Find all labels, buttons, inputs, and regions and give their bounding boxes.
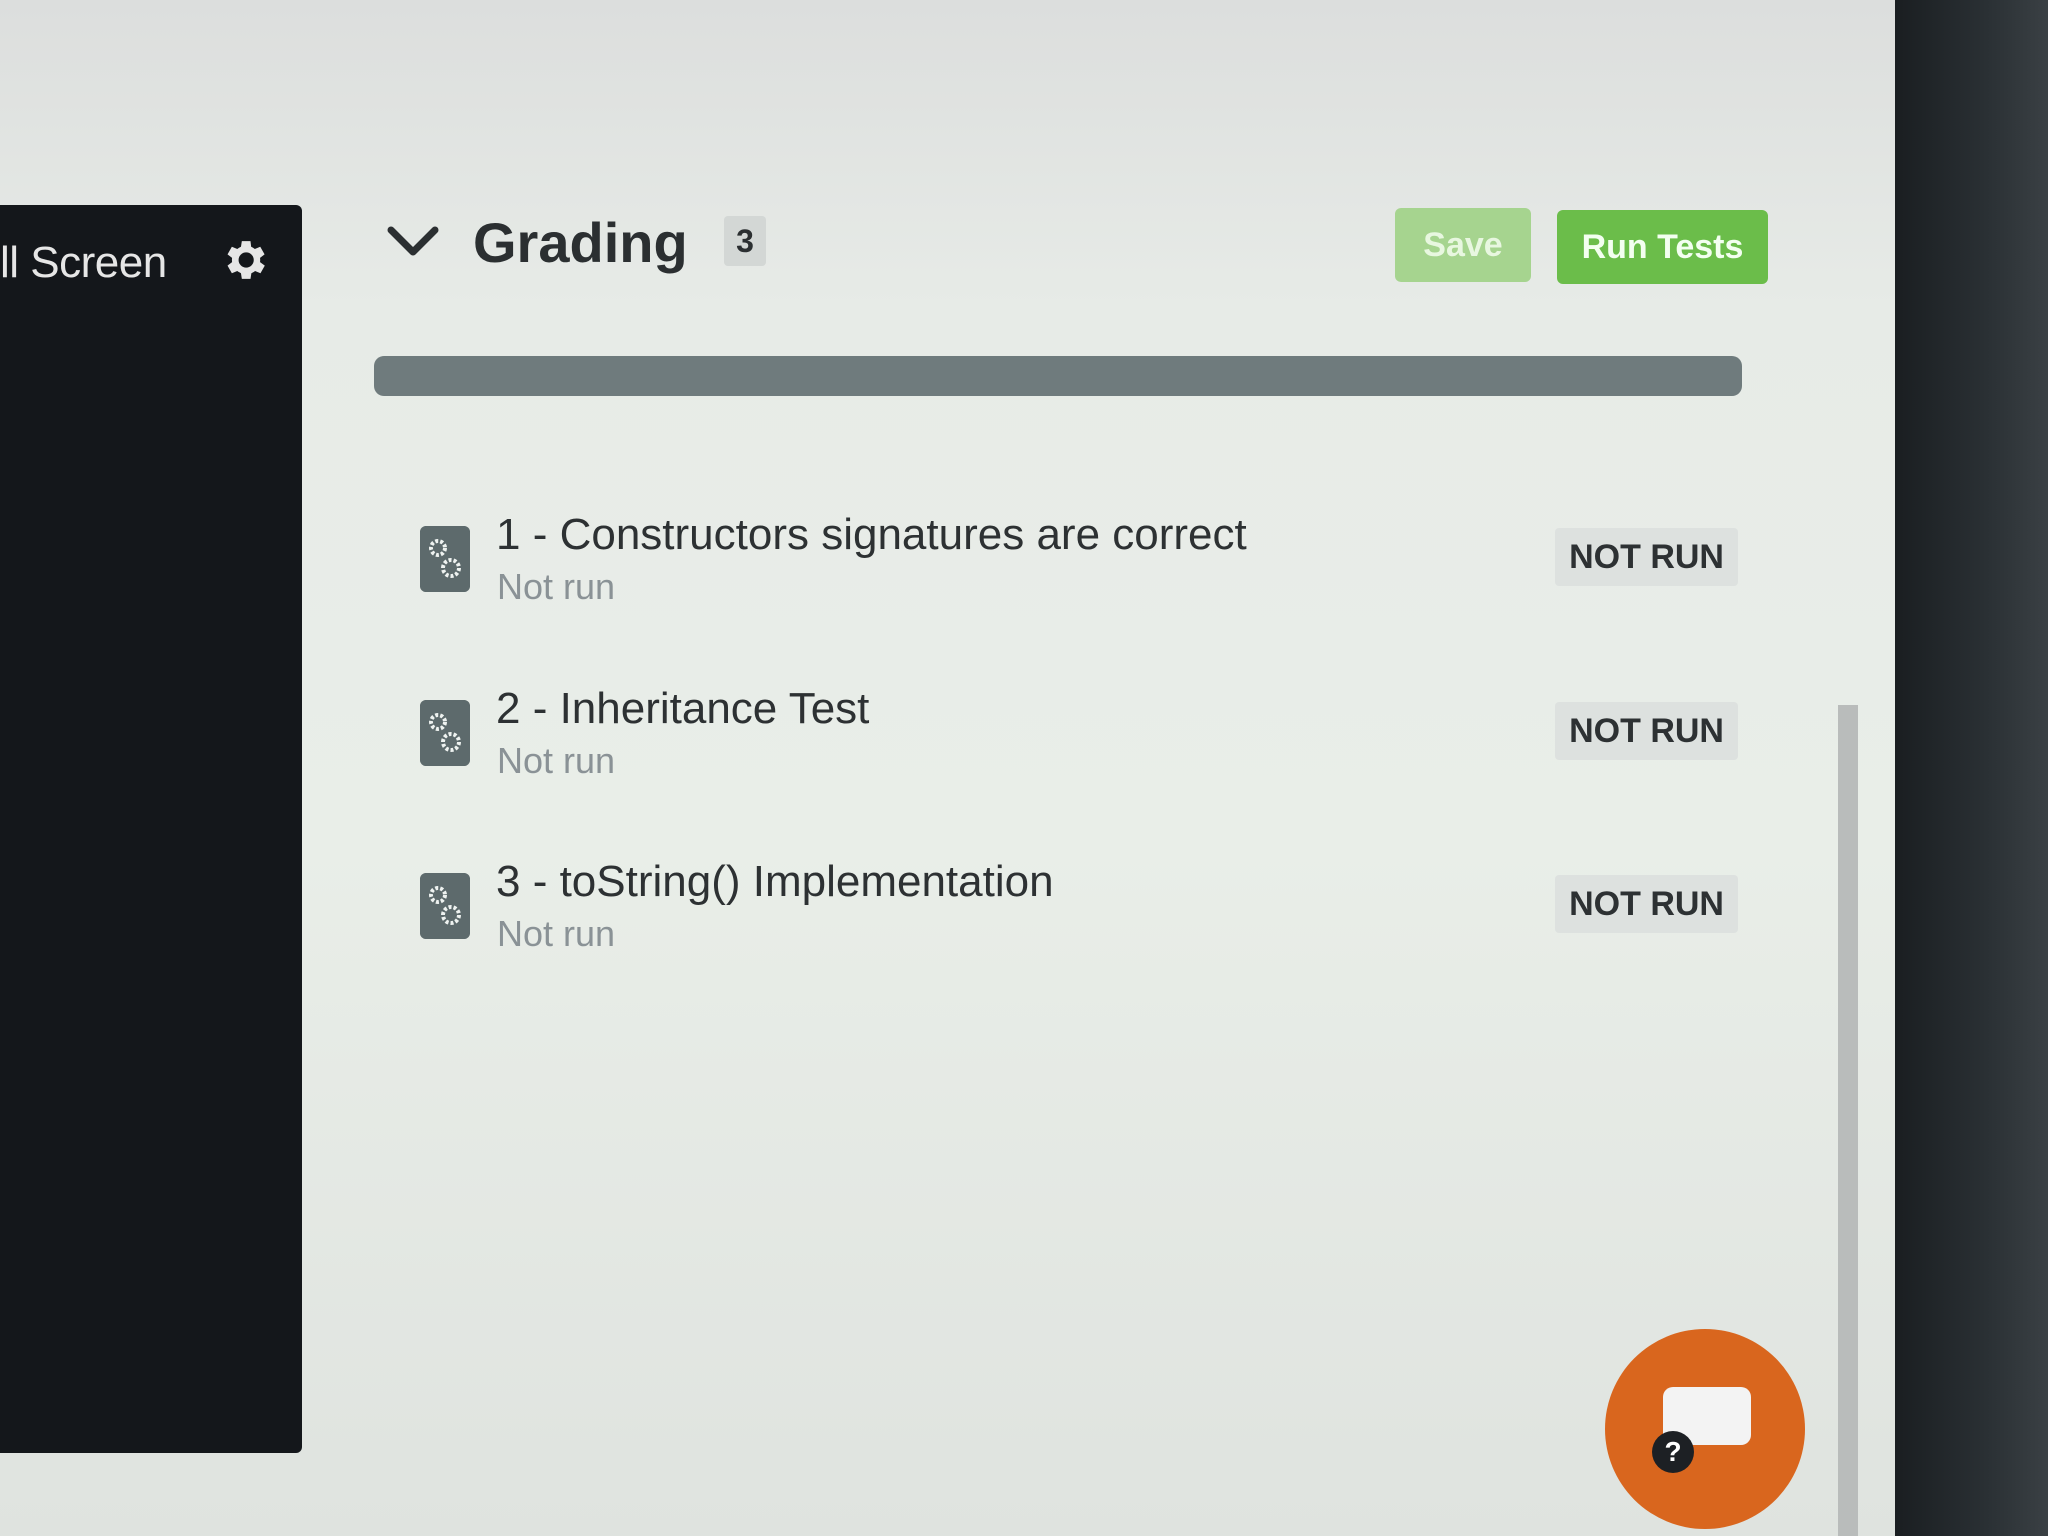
run-tests-button[interactable]: Run Tests — [1557, 210, 1768, 284]
test-gears-icon — [420, 700, 470, 766]
gear-icon[interactable] — [218, 234, 270, 286]
test-item[interactable]: 2 - Inheritance Test Not run NOT RUN — [420, 684, 1740, 804]
test-title: 2 - Inheritance Test — [496, 684, 870, 733]
grading-progress-bar — [374, 356, 1742, 396]
chevron-down-icon[interactable] — [385, 220, 441, 262]
test-status: Not run — [497, 740, 616, 781]
test-item[interactable]: 1 - Constructors signatures are correct … — [420, 510, 1740, 630]
screen: ll Screen Grading 3 Save Run Tests 1 - C… — [0, 0, 1895, 1536]
test-gears-icon — [420, 526, 470, 592]
status-badge: NOT RUN — [1555, 702, 1738, 760]
question-mark-icon: ? — [1652, 1431, 1694, 1473]
editor-panel — [0, 205, 302, 1453]
monitor-bezel — [1895, 0, 2048, 1536]
full-screen-toggle[interactable]: ll Screen — [0, 238, 167, 288]
test-status: Not run — [497, 566, 616, 607]
test-item[interactable]: 3 - toString() Implementation Not run NO… — [420, 857, 1740, 977]
section-title: Grading — [473, 211, 688, 274]
test-title: 1 - Constructors signatures are correct — [496, 510, 1247, 559]
test-gears-icon — [420, 873, 470, 939]
save-button[interactable]: Save — [1395, 208, 1531, 282]
help-chat-button[interactable]: ? — [1605, 1329, 1805, 1529]
test-title: 3 - toString() Implementation — [496, 857, 1054, 906]
scrollbar[interactable] — [1838, 705, 1858, 1536]
test-status: Not run — [497, 913, 616, 954]
status-badge: NOT RUN — [1555, 875, 1738, 933]
status-badge: NOT RUN — [1555, 528, 1738, 586]
test-count-badge: 3 — [724, 216, 766, 266]
